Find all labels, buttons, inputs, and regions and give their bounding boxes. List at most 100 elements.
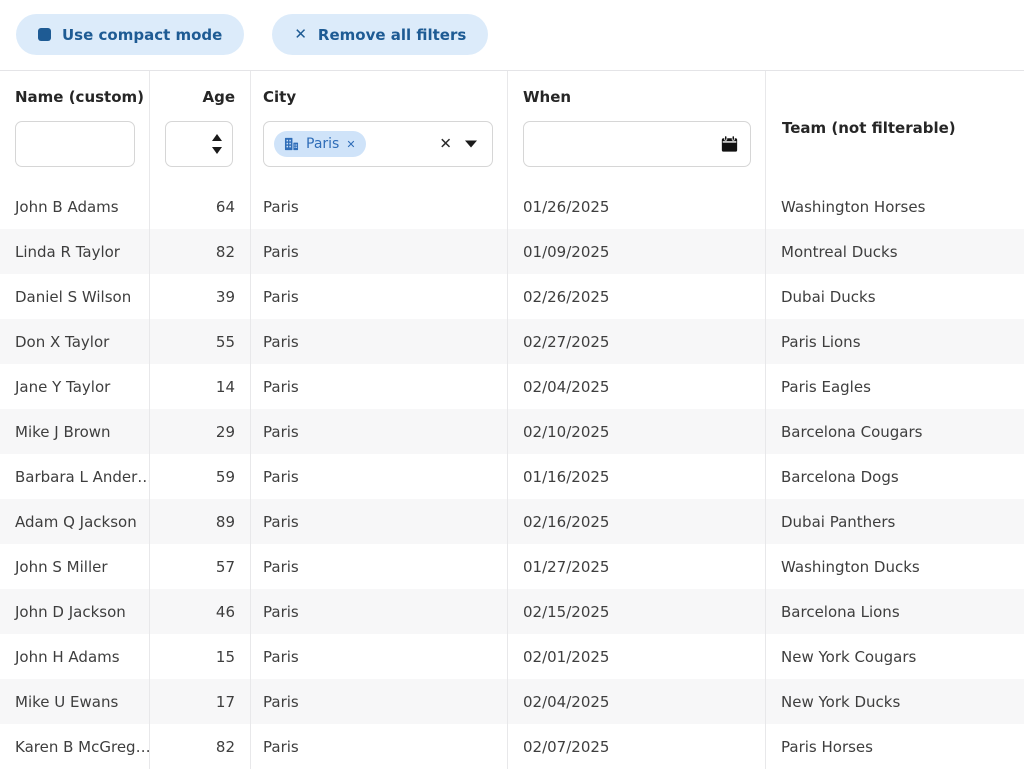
remove-filters-label: Remove all filters (318, 26, 466, 44)
table-row: John D Jackson 46 Paris 02/15/2025 Barce… (0, 589, 1024, 634)
cell-name: John D Jackson (0, 589, 150, 634)
cell-when: 02/04/2025 (508, 364, 766, 409)
cell-when: 01/09/2025 (508, 229, 766, 274)
cell-city: Paris (251, 724, 508, 769)
cell-city: Paris (251, 274, 508, 319)
chevron-down-icon[interactable] (465, 141, 477, 148)
remove-all-filters-button[interactable]: ✕ Remove all filters (272, 14, 488, 55)
table-body: John B Adams 64 Paris 01/26/2025 Washing… (0, 184, 1024, 769)
cell-age: 55 (150, 319, 251, 364)
cell-name: Linda R Taylor (0, 229, 150, 274)
filled-square-icon (38, 28, 51, 41)
compact-mode-button[interactable]: Use compact mode (16, 14, 244, 55)
table-row: Linda R Taylor 82 Paris 01/09/2025 Montr… (0, 229, 1024, 274)
table-row: John H Adams 15 Paris 02/01/2025 New Yor… (0, 634, 1024, 679)
cell-team: New York Cougars (766, 634, 1024, 679)
column-header-name: Name (custom) (0, 71, 150, 184)
column-title-age: Age (165, 88, 235, 106)
cell-age: 57 (150, 544, 251, 589)
cell-city: Paris (251, 679, 508, 724)
cell-when: 02/01/2025 (508, 634, 766, 679)
cell-team: Barcelona Lions (766, 589, 1024, 634)
cell-city: Paris (251, 544, 508, 589)
cell-name: John S Miller (0, 544, 150, 589)
cell-team: Dubai Ducks (766, 274, 1024, 319)
cell-name: Barbara L Ander… (0, 454, 150, 499)
clear-filter-icon[interactable]: ✕ (439, 137, 452, 152)
cell-age: 46 (150, 589, 251, 634)
cell-city: Paris (251, 409, 508, 454)
cell-team: Paris Lions (766, 319, 1024, 364)
cell-when: 01/26/2025 (508, 184, 766, 229)
cell-age: 29 (150, 409, 251, 454)
cell-city: Paris (251, 319, 508, 364)
cell-city: Paris (251, 184, 508, 229)
when-filter-datepicker (523, 121, 751, 167)
cell-when: 02/27/2025 (508, 319, 766, 364)
table-row: John S Miller 57 Paris 01/27/2025 Washin… (0, 544, 1024, 589)
cell-when: 01/27/2025 (508, 544, 766, 589)
cell-age: 82 (150, 724, 251, 769)
cell-team: New York Ducks (766, 679, 1024, 724)
column-title-team: Team (not filterable) (782, 119, 956, 137)
column-header-city: City (251, 71, 508, 184)
cell-when: 02/07/2025 (508, 724, 766, 769)
age-filter-stepper (165, 121, 233, 167)
table-row: Barbara L Ander… 59 Paris 01/16/2025 Bar… (0, 454, 1024, 499)
stepper-up-icon[interactable] (212, 134, 222, 141)
data-table: Name (custom) Age City (0, 70, 1024, 769)
table-row: Mike U Ewans 17 Paris 02/04/2025 New Yor… (0, 679, 1024, 724)
table-header: Name (custom) Age City (0, 71, 1024, 184)
age-filter-input[interactable] (165, 121, 233, 167)
toolbar: Use compact mode ✕ Remove all filters (0, 0, 1024, 70)
column-title-when: When (523, 88, 750, 106)
table-row: Daniel S Wilson 39 Paris 02/26/2025 Duba… (0, 274, 1024, 319)
cell-age: 82 (150, 229, 251, 274)
column-header-team: Team (not filterable) (766, 71, 1024, 184)
column-header-age: Age (150, 71, 251, 184)
stepper-down-icon[interactable] (212, 147, 222, 154)
city-building-icon (284, 137, 299, 151)
cell-team: Montreal Ducks (766, 229, 1024, 274)
cell-team: Washington Horses (766, 184, 1024, 229)
cell-city: Paris (251, 454, 508, 499)
table-row: Mike J Brown 29 Paris 02/10/2025 Barcelo… (0, 409, 1024, 454)
city-chip-paris[interactable]: Paris ✕ (274, 131, 366, 157)
city-chip-label: Paris (306, 136, 339, 152)
table-row: Adam Q Jackson 89 Paris 02/16/2025 Dubai… (0, 499, 1024, 544)
cell-name: John B Adams (0, 184, 150, 229)
table-row: Jane Y Taylor 14 Paris 02/04/2025 Paris … (0, 364, 1024, 409)
cell-team: Paris Eagles (766, 364, 1024, 409)
close-icon: ✕ (294, 27, 307, 42)
cell-age: 59 (150, 454, 251, 499)
cell-team: Paris Horses (766, 724, 1024, 769)
cell-when: 02/15/2025 (508, 589, 766, 634)
cell-age: 17 (150, 679, 251, 724)
stepper-buttons (212, 134, 222, 154)
column-title-name: Name (custom) (15, 88, 134, 106)
cell-city: Paris (251, 634, 508, 679)
column-title-city: City (263, 88, 492, 106)
table-row: Karen B McGreg… 82 Paris 02/07/2025 Pari… (0, 724, 1024, 769)
cell-age: 39 (150, 274, 251, 319)
table-row: Don X Taylor 55 Paris 02/27/2025 Paris L… (0, 319, 1024, 364)
cell-when: 02/10/2025 (508, 409, 766, 454)
calendar-icon[interactable] (721, 136, 738, 153)
cell-age: 89 (150, 499, 251, 544)
cell-name: Daniel S Wilson (0, 274, 150, 319)
chip-remove-icon[interactable]: ✕ (346, 139, 355, 150)
name-filter-input[interactable] (15, 121, 135, 167)
cell-when: 01/16/2025 (508, 454, 766, 499)
column-header-when: When (508, 71, 766, 184)
city-filter-multiselect[interactable]: Paris ✕ ✕ (263, 121, 493, 167)
multiselect-controls: ✕ (439, 137, 477, 152)
when-filter-input[interactable] (523, 121, 751, 167)
cell-when: 02/26/2025 (508, 274, 766, 319)
cell-city: Paris (251, 364, 508, 409)
cell-age: 14 (150, 364, 251, 409)
cell-when: 02/16/2025 (508, 499, 766, 544)
cell-city: Paris (251, 499, 508, 544)
cell-name: Mike U Ewans (0, 679, 150, 724)
cell-name: Don X Taylor (0, 319, 150, 364)
table-row: John B Adams 64 Paris 01/26/2025 Washing… (0, 184, 1024, 229)
